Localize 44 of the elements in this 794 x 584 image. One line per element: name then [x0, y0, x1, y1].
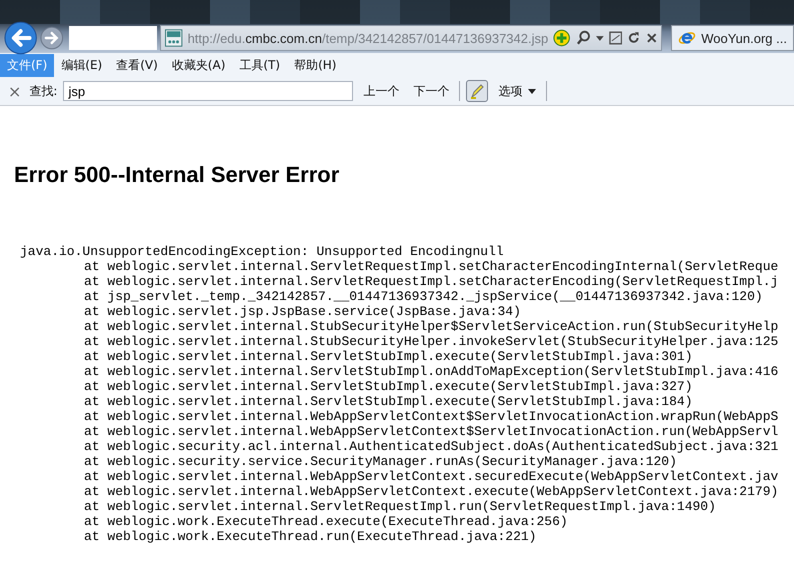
browser-tab[interactable]: WooYun.org ...: [671, 25, 794, 51]
stack-frame-line: at weblogic.servlet.jsp.JspBase.service(JspBase.java:34): [84, 304, 521, 319]
find-field[interactable]: jsp: [63, 81, 354, 101]
stack-frame-line: at weblogic.servlet.internal.ServletStubImpl.onAddToMapException(ServletStubImpl.java:416: [84, 364, 778, 379]
stack-frame-line: at weblogic.servlet.internal.WebAppServletContext.execute(WebAppServletContext.java:2179): [84, 484, 778, 499]
menu-item[interactable]: 收藏夹(A): [164, 54, 232, 77]
stack-frame-line: at weblogic.servlet.internal.StubSecurityHelper$ServletServiceAction.run(StubSecurityHelp: [84, 319, 778, 334]
stack-frame-line: at weblogic.servlet.internal.ServletStubImpl.execute(ServletStubImpl.java:327): [84, 379, 692, 394]
dropdown-caret-icon[interactable]: [596, 36, 604, 40]
stack-frame-line: at weblogic.servlet.internal.ServletRequestImpl.setCharacterEncodingInternal(ServletReque: [84, 259, 778, 274]
menu-item[interactable]: 工具(T): [232, 54, 288, 77]
search-icon[interactable]: [576, 30, 591, 46]
stack-frame-line: at jsp_servlet._temp._342142857.__01447136937342._jspService(__01447136937342.java:120): [84, 289, 763, 304]
stack-frame-line: at weblogic.servlet.internal.StubSecurityHelper.invokeServlet(StubSecurityHelper.java:125: [84, 334, 778, 349]
url-text: http://edu.cmbc.com.cn/temp/342142857/01447136937342.jsp: [188, 30, 548, 46]
address-bar[interactable]: http://edu.cmbc.com.cn/temp/342142857/01447136937342.jsp: [160, 25, 662, 51]
stack-frame-line: at weblogic.servlet.internal.ServletStubImpl.execute(ServletStubImpl.java:184): [84, 394, 692, 409]
stack-frame-line: at weblogic.servlet.internal.ServletStubImpl.execute(ServletStubImpl.java:301): [84, 349, 692, 364]
error-heading: Error 500--Internal Server Error: [14, 162, 340, 188]
site-favicon-icon: [165, 29, 183, 47]
stack-frame-line: at weblogic.servlet.internal.WebAppServletContext$ServletInvocationAction.wrapRun(WebAppS: [84, 409, 778, 424]
stack-frame-line: at weblogic.work.ExecuteThread.execute(ExecuteThread.java:256): [84, 514, 568, 529]
stack-frame-line: at weblogic.servlet.internal.ServletRequestImpl.setCharacterEncoding(ServletRequestImpl.j: [84, 274, 778, 289]
stack-frame-line: at weblogic.work.ExecuteThread.run(ExecuteThread.java:221): [84, 529, 536, 544]
stack-frame-line: at weblogic.security.service.SecurityManager.runAs(SecurityManager.java:120): [84, 454, 677, 469]
caret-icon: [528, 88, 536, 94]
menu-item[interactable]: 帮助(H): [287, 54, 344, 77]
stack-frame-line: at weblogic.servlet.internal.ServletRequestImpl.run(ServletRequestImpl.java:1490): [84, 499, 716, 514]
exception-line: java.io.UnsupportedEncodingException: Unsupported Encodingnull: [20, 244, 504, 259]
close-find-button[interactable]: ×: [6, 82, 24, 100]
next-button[interactable]: 下一个: [409, 80, 454, 102]
highlight-button[interactable]: [466, 80, 488, 102]
stack-frame-line: at weblogic.security.acl.internal.AuthenticatedSubject.doAs(AuthenticatedSubject.java:321: [84, 439, 778, 454]
menu-item[interactable]: 编辑(E): [54, 54, 110, 77]
find-label: 查找:: [29, 82, 58, 100]
previous-button[interactable]: 上一个: [359, 80, 404, 102]
stack-frame-line: at weblogic.servlet.internal.WebAppServletContext$ServletInvocationAction.run(WebAppServl: [84, 424, 778, 439]
menu-item[interactable]: 查看(V): [109, 54, 165, 77]
options-button[interactable]: 选项: [494, 80, 540, 102]
refresh-icon[interactable]: [627, 31, 641, 45]
stack-frame-line: at weblogic.servlet.internal.WebAppServletContext.securedExecute(WebAppServletContext.jav: [84, 469, 778, 484]
add-icon[interactable]: [553, 29, 571, 47]
compatibility-icon[interactable]: [608, 31, 622, 45]
close-icon[interactable]: [646, 32, 658, 44]
